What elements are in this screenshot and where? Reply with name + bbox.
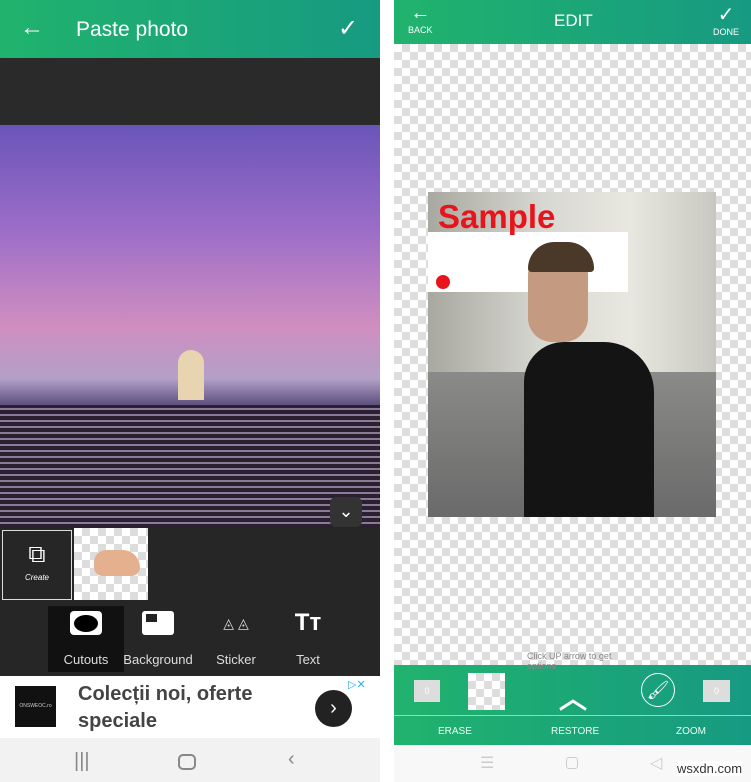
tool-label: Sticker [216, 652, 256, 667]
paste-photo-screen: ← Paste photo ✓ ⌄ ⧉ Create Cutouts Backg… [0, 0, 380, 782]
brush-icon[interactable]: 🖌 [641, 673, 675, 707]
add-layer-icon: ⧉ [28, 541, 46, 568]
ad-logo: ONSWEOC.ro [15, 686, 56, 727]
watermark: wsxdn.com [677, 761, 743, 776]
tab-zoom[interactable]: ZOOM [676, 726, 706, 737]
menu-icon[interactable]: ☰ [480, 753, 494, 773]
tab-erase[interactable]: ERASE [438, 726, 472, 737]
tool-label: Text [296, 652, 320, 667]
brush-cursor[interactable] [436, 275, 450, 289]
back-icon[interactable]: ‹ [288, 748, 295, 771]
app-header: ← Paste photo ✓ [0, 0, 380, 58]
brush-size-value[interactable]: 0 [414, 680, 440, 702]
done-label: DONE [713, 27, 740, 37]
eraser-preview[interactable] [468, 673, 505, 710]
create-label: Create [24, 573, 49, 582]
check-icon[interactable]: ✓ [338, 14, 358, 43]
recents-icon[interactable]: ||| [74, 750, 90, 773]
tool-cutouts[interactable]: Cutouts [48, 606, 124, 672]
tool-background[interactable]: Background [120, 606, 196, 672]
tool-label: Cutouts [63, 652, 109, 667]
adchoices-icon[interactable]: ▷✕ [348, 678, 366, 691]
hint-text: Click UP arrow to get options [527, 651, 612, 671]
chevron-up-icon[interactable]: ︿ [559, 677, 587, 717]
system-nav-bar: ||| ‹ [0, 738, 380, 782]
tool-sticker[interactable]: ◬ ◬ Sticker [198, 606, 274, 672]
ad-headline: Colecții noi, oferte speciale [78, 683, 253, 732]
home-icon[interactable] [178, 754, 196, 770]
ad-banner[interactable]: ONSWEOC.ro Colecții noi, oferte speciale… [0, 676, 380, 738]
page-title: EDIT [554, 11, 593, 30]
page-title: Paste photo [76, 18, 189, 41]
chevron-right-icon[interactable]: › [315, 690, 352, 727]
back-button[interactable]: ← BACK [408, 2, 433, 35]
cat-sticker-icon: ◬ ◬ [223, 614, 249, 631]
tool-label: Background [123, 652, 193, 667]
check-icon: ✓ [717, 4, 735, 26]
tab-restore[interactable]: RESTORE [551, 726, 599, 737]
edit-header: ← BACK EDIT ✓ DONE [394, 0, 751, 44]
cutout-icon [70, 611, 102, 635]
back-label: BACK [408, 25, 433, 35]
collapse-chevron-icon[interactable]: ⌄ [330, 497, 362, 527]
text-icon: Tт [294, 609, 322, 636]
done-button[interactable]: ✓ DONE [713, 2, 739, 37]
system-nav-bar: ☰ ◁ wsxdn.com [394, 745, 751, 782]
back-icon[interactable]: ◁ [650, 753, 662, 773]
arrow-left-icon: ← [410, 2, 431, 24]
edit-toolbar: 0 ︿ 🖌 0 ERASE RESTORE ZOOM [394, 665, 751, 745]
zoom-value[interactable]: 0 [703, 680, 730, 702]
create-cutout-button[interactable]: ⧉ Create [2, 530, 72, 600]
cutout-thumbnail[interactable] [74, 528, 148, 600]
background-icon [142, 611, 174, 635]
back-arrow-icon[interactable]: ← [20, 14, 44, 42]
portrait-photo[interactable]: Sample [428, 192, 716, 517]
tool-text[interactable]: Tт Text [270, 606, 346, 672]
edit-canvas[interactable]: Sample Click UP arrow to get options [394, 44, 751, 671]
home-icon[interactable] [566, 757, 578, 769]
background-photo[interactable]: ⌄ [0, 125, 380, 528]
sample-text-overlay[interactable]: Sample [438, 198, 555, 236]
edit-screen: ← BACK EDIT ✓ DONE Sample Click UP arrow t… [394, 0, 751, 782]
